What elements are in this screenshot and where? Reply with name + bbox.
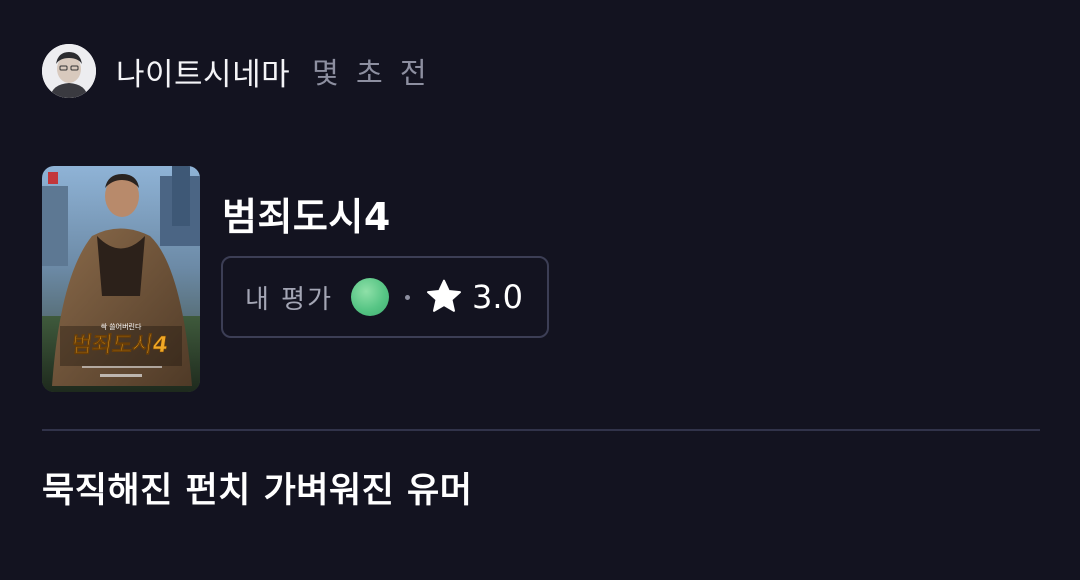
movie-poster[interactable]: 싹 쓸어버린다 범죄도시4 bbox=[42, 166, 200, 392]
rating-indicator-dot bbox=[351, 278, 390, 316]
separator-dot bbox=[405, 294, 411, 300]
poster-tagline: 싹 쓸어버린다 bbox=[101, 322, 142, 331]
rating-value: 3.0 bbox=[472, 278, 523, 316]
username[interactable]: 나이트시네마 bbox=[116, 49, 290, 94]
movie-title[interactable]: 범죄도시4 bbox=[222, 186, 391, 241]
avatar-icon bbox=[42, 44, 96, 98]
poster-image: 싹 쓸어버린다 범죄도시4 bbox=[42, 166, 200, 392]
rating-label: 내 평가 bbox=[245, 284, 334, 315]
divider bbox=[42, 429, 1040, 431]
user-avatar[interactable] bbox=[42, 44, 96, 98]
review-card: 나이트시네마 몇 초 전 싹 쓸어버린다 범죄도시4 범죄도시4 내 평가 3.… bbox=[0, 0, 1080, 580]
star-icon bbox=[424, 277, 464, 317]
poster-title-art: 범죄도시4 bbox=[70, 332, 170, 358]
review-header: 나이트시네마 몇 초 전 bbox=[42, 44, 431, 98]
review-text[interactable]: 묵직해진 펀치 가벼워진 유머 bbox=[42, 462, 472, 513]
my-rating-box[interactable]: 내 평가 3.0 bbox=[221, 256, 549, 338]
timestamp: 몇 초 전 bbox=[312, 56, 431, 90]
